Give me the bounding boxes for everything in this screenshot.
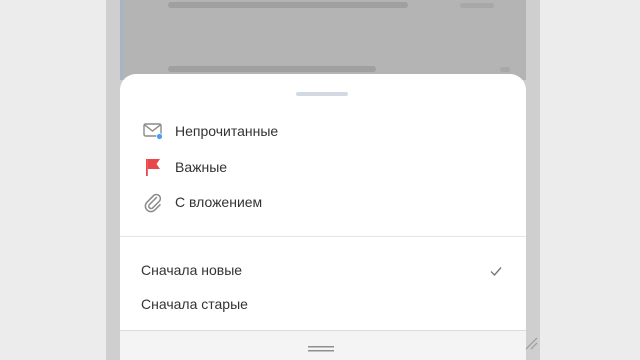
sort-oldest-label: Сначала старые	[141, 296, 248, 312]
checkmark-icon	[488, 263, 504, 279]
blurred-mail-subject	[168, 2, 408, 8]
filter-important[interactable]: Важные	[120, 150, 526, 184]
resize-grip-icon[interactable]	[524, 336, 538, 350]
dimmed-mail-list	[120, 0, 526, 80]
sort-oldest-first[interactable]: Сначала старые	[120, 289, 526, 321]
right-margin	[540, 0, 640, 360]
blurred-mail-date	[460, 3, 494, 8]
envelope-unread-icon	[142, 120, 164, 142]
flag-icon	[142, 156, 164, 178]
sheet-grabber[interactable]	[296, 92, 348, 96]
filter-attachment[interactable]: С вложением	[120, 185, 526, 219]
blurred-mail-sender	[168, 66, 376, 72]
blurred-mail-meta	[500, 67, 510, 72]
filter-unread-label: Непрочитанные	[175, 123, 279, 139]
filter-unread[interactable]: Непрочитанные	[120, 114, 526, 148]
sort-newest-label: Сначала новые	[141, 262, 243, 278]
unread-accent-bar	[120, 0, 123, 80]
bottom-navigation-bar	[120, 330, 526, 360]
phone-screen: Непрочитанные Важные С вложением Сначала…	[106, 0, 540, 360]
filter-important-label: Важные	[175, 159, 228, 175]
filter-attachment-label: С вложением	[175, 194, 263, 210]
paperclip-icon	[142, 191, 164, 213]
section-divider	[120, 236, 526, 237]
drag-handle-icon[interactable]	[308, 340, 334, 352]
left-margin	[0, 0, 106, 360]
sort-newest-first[interactable]: Сначала новые	[120, 255, 526, 287]
filter-bottom-sheet: Непрочитанные Важные С вложением Сначала…	[120, 74, 526, 344]
